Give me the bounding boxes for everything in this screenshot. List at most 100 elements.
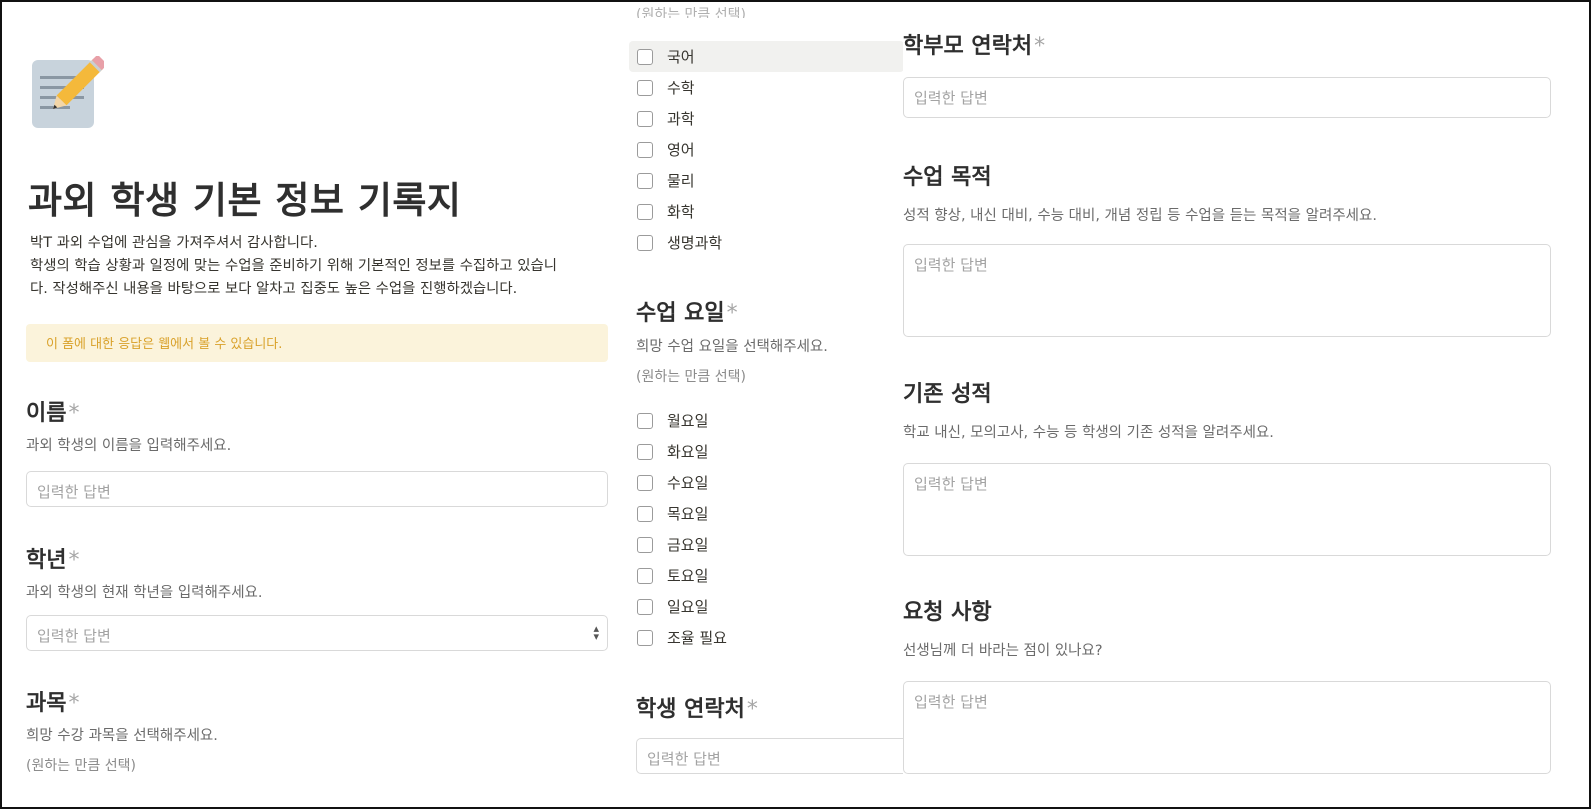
checkbox[interactable] [637, 203, 653, 220]
option-label: 일요일 [667, 598, 709, 616]
day-option[interactable]: 월요일 [629, 405, 903, 436]
required-mark: * [726, 301, 738, 326]
subject-option[interactable]: 수학 [629, 72, 903, 103]
question-title-subject: 과목* [26, 685, 79, 717]
required-mark: * [746, 697, 758, 722]
response-visibility-notice: 이 폼에 대한 응답은 웹에서 볼 수 있습니다. [26, 324, 608, 362]
purpose-textarea[interactable]: 입력한 답변 [903, 244, 1551, 337]
day-option[interactable]: 수요일 [629, 467, 903, 498]
checkbox[interactable] [637, 474, 653, 491]
grades-textarea[interactable]: 입력한 답변 [903, 463, 1551, 556]
question-desc-request: 선생님께 더 바라는 점이 있나요? [903, 643, 1103, 659]
question-title-grade: 학년* [26, 542, 79, 574]
subject-option[interactable]: 국어 [629, 41, 903, 72]
required-mark: * [1034, 34, 1046, 59]
grade-select[interactable]: 입력한 답변 ▴ ▾ [26, 615, 608, 651]
required-mark: * [68, 401, 80, 426]
checkbox[interactable] [637, 79, 653, 96]
question-title-text: 학부모 연락처 [903, 34, 1033, 59]
option-label: 월요일 [667, 412, 709, 430]
option-label: 수요일 [667, 474, 709, 492]
question-title-text: 요청 사항 [903, 600, 992, 625]
question-desc-name: 과외 학생의 이름을 입력해주세요. [26, 438, 232, 454]
day-option[interactable]: 일요일 [629, 591, 903, 622]
option-label: 목요일 [667, 505, 709, 523]
checkbox[interactable] [637, 629, 653, 646]
required-mark: * [68, 548, 80, 573]
intro-line: 학생의 학습 상황과 일정에 맞는 수업을 준비하기 위해 기본적인 정보를 수… [30, 258, 557, 274]
question-desc-day: 희망 수업 요일을 선택해주세요. [636, 339, 828, 355]
option-label: 조율 필요 [667, 629, 727, 647]
question-title-text: 이름 [26, 401, 67, 426]
checkbox[interactable] [637, 234, 653, 251]
question-title-name: 이름* [26, 395, 79, 427]
subject-option[interactable]: 영어 [629, 134, 903, 165]
required-mark: * [68, 691, 80, 716]
question-title-text: 학생 연락처 [636, 697, 745, 722]
checkbox[interactable] [637, 172, 653, 189]
option-label: 영어 [667, 141, 695, 159]
question-title-day: 수업 요일* [636, 295, 738, 327]
parent-contact-input[interactable]: 입력한 답변 [903, 77, 1551, 118]
option-label: 수학 [667, 79, 695, 97]
option-label: 금요일 [667, 536, 709, 554]
column-right: 학부모 연락처* 입력한 답변 수업 목적 성적 향상, 내신 대비, 수능 대… [903, 2, 1573, 807]
checkbox[interactable] [637, 598, 653, 615]
day-options: 월요일 화요일 수요일 목요일 금요일 토요일 일요일 조율 필요 [629, 405, 903, 653]
question-title-text: 수업 요일 [636, 301, 725, 326]
day-option[interactable]: 화요일 [629, 436, 903, 467]
subject-option[interactable]: 물리 [629, 165, 903, 196]
intro-line: 다. 작성해주신 내용을 바탕으로 보다 알차고 집중도 높은 수업을 진행하겠… [30, 281, 518, 297]
request-textarea[interactable]: 입력한 답변 [903, 681, 1551, 774]
question-title-student-contact: 학생 연락처* [636, 691, 758, 723]
question-desc-purpose: 성적 향상, 내신 대비, 수능 대비, 개념 정립 등 수업을 듣는 목적을 … [903, 208, 1377, 224]
intro-line: 박T 과외 수업에 관심을 가져주셔서 감사합니다. [30, 235, 318, 251]
option-label: 과학 [667, 110, 695, 128]
day-option[interactable]: 목요일 [629, 498, 903, 529]
clipped-hint: (원하는 만큼 선택) [636, 7, 746, 18]
chevron-updown-icon: ▴ ▾ [593, 622, 599, 643]
checkbox[interactable] [637, 141, 653, 158]
checkbox[interactable] [637, 412, 653, 429]
form-canvas: 과외 학생 기본 정보 기록지 박T 과외 수업에 관심을 가져주셔서 감사합니… [0, 0, 1591, 809]
memo-pencil-icon [32, 56, 104, 128]
multi-select-hint: (원하는 만큼 선택) [636, 369, 746, 385]
question-desc-subject: 희망 수강 과목을 선택해주세요. [26, 728, 218, 744]
question-title-text: 수업 목적 [903, 165, 992, 190]
question-title-purpose: 수업 목적 [903, 159, 992, 191]
day-option[interactable]: 조율 필요 [629, 622, 903, 653]
form-description: 박T 과외 수업에 관심을 가져주셔서 감사합니다. 학생의 학습 상황과 일정… [30, 232, 600, 301]
checkbox[interactable] [637, 505, 653, 522]
checkbox[interactable] [637, 48, 653, 65]
option-label: 국어 [667, 48, 695, 66]
column-left: 과외 학생 기본 정보 기록지 박T 과외 수업에 관심을 가져주셔서 감사합니… [2, 2, 622, 807]
question-title-text: 기존 성적 [903, 382, 992, 407]
option-label: 물리 [667, 172, 695, 190]
checkbox[interactable] [637, 536, 653, 553]
subject-option[interactable]: 과학 [629, 103, 903, 134]
question-title-parent-contact: 학부모 연락처* [903, 28, 1045, 60]
name-input[interactable]: 입력한 답변 [26, 471, 608, 507]
checkbox[interactable] [637, 443, 653, 460]
subject-option[interactable]: 화학 [629, 196, 903, 227]
option-label: 토요일 [667, 567, 709, 585]
question-title-text: 과목 [26, 691, 67, 716]
checkbox[interactable] [637, 110, 653, 127]
day-option[interactable]: 금요일 [629, 529, 903, 560]
subject-options: 국어 수학 과학 영어 물리 화학 생명과학 [629, 41, 903, 258]
subject-option[interactable]: 생명과학 [629, 227, 903, 258]
question-title-request: 요청 사항 [903, 594, 992, 626]
option-label: 생명과학 [667, 234, 723, 252]
question-title-text: 학년 [26, 548, 67, 573]
question-title-grades: 기존 성적 [903, 376, 992, 408]
multi-select-hint: (원하는 만큼 선택) [26, 758, 136, 774]
question-desc-grade: 과외 학생의 현재 학년을 입력해주세요. [26, 585, 263, 601]
checkbox[interactable] [637, 567, 653, 584]
form-title: 과외 학생 기본 정보 기록지 [28, 179, 462, 222]
option-label: 화학 [667, 203, 695, 221]
grade-select-placeholder: 입력한 답변 [37, 627, 111, 645]
option-label: 화요일 [667, 443, 709, 461]
column-middle: (원하는 만큼 선택) 국어 수학 과학 영어 물리 화학 생명과학 수업 요일… [622, 2, 903, 807]
day-option[interactable]: 토요일 [629, 560, 903, 591]
student-contact-input[interactable]: 입력한 답변 [636, 738, 903, 774]
